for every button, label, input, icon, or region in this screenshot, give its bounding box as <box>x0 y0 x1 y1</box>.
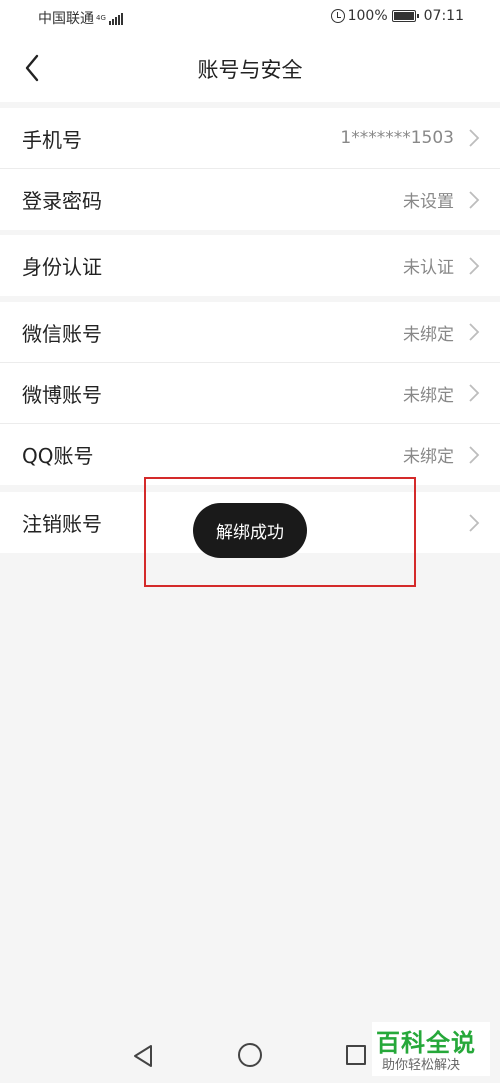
chevron-right-icon <box>468 256 480 276</box>
nav-home-icon[interactable] <box>238 1043 262 1067</box>
row-label: 登录密码 <box>22 189 102 213</box>
row-identity-verification[interactable]: 身份认证 未认证 <box>0 235 500 296</box>
row-label: 身份认证 <box>22 255 102 279</box>
battery-percent: 100% <box>347 8 388 24</box>
alarm-icon <box>330 9 345 23</box>
row-label: QQ账号 <box>22 444 94 468</box>
header-bar: 账号与安全 <box>0 34 500 102</box>
row-value: 未绑定 <box>403 324 454 345</box>
carrier-label: 中国联通 <box>38 11 94 27</box>
row-label: 微博账号 <box>22 382 102 407</box>
row-value: 1*******1503 <box>340 128 454 148</box>
watermark-slogan: 助你轻松解决 <box>382 1058 461 1073</box>
network-type-label: 4G <box>96 13 106 22</box>
row-value: 未绑定 <box>403 385 454 406</box>
identity-group: 身份认证 未认证 <box>0 235 500 296</box>
row-phone[interactable]: 手机号 1*******1503 <box>0 108 500 169</box>
row-value: 未设置 <box>403 192 454 212</box>
clock: 07:11 <box>423 8 464 24</box>
chevron-right-icon <box>468 322 480 342</box>
status-bar-right: 100% 07:11 <box>330 8 464 24</box>
row-label: 注销账号 <box>22 512 102 536</box>
nav-recent-apps-icon[interactable] <box>346 1045 366 1065</box>
third-party-group: 微信账号 未绑定 微博账号 未绑定 QQ账号 未绑定 <box>0 302 500 485</box>
row-label: 微信账号 <box>22 321 102 346</box>
chevron-right-icon <box>468 513 480 533</box>
watermark-logo: 百科全说 助你轻松解决 <box>372 1022 490 1076</box>
chevron-right-icon <box>468 383 480 403</box>
chevron-right-icon <box>468 445 480 465</box>
nav-back-icon[interactable] <box>132 1044 154 1068</box>
row-label: 手机号 <box>22 127 82 152</box>
toast-message: 解绑成功 <box>193 503 307 558</box>
row-qq-account[interactable]: QQ账号 未绑定 <box>0 424 500 485</box>
row-value: 未认证 <box>403 258 454 278</box>
screen: 中国联通 4G 100% 07:11 账号与安全 手机号 1*******150… <box>0 0 500 1083</box>
chevron-right-icon <box>468 190 480 210</box>
status-bar: 中国联通 4G 100% 07:11 <box>0 0 500 34</box>
watermark-title: 百科全说 <box>376 1029 476 1057</box>
account-group: 手机号 1*******1503 登录密码 未设置 <box>0 108 500 230</box>
row-login-password[interactable]: 登录密码 未设置 <box>0 169 500 230</box>
chevron-right-icon <box>468 128 480 148</box>
page-title: 账号与安全 <box>197 58 303 82</box>
signal-icon <box>108 12 124 25</box>
row-value: 未绑定 <box>403 447 454 467</box>
battery-icon <box>391 10 419 22</box>
row-wechat-account[interactable]: 微信账号 未绑定 <box>0 302 500 363</box>
row-weibo-account[interactable]: 微博账号 未绑定 <box>0 363 500 424</box>
status-bar-left: 中国联通 4G <box>38 8 124 28</box>
